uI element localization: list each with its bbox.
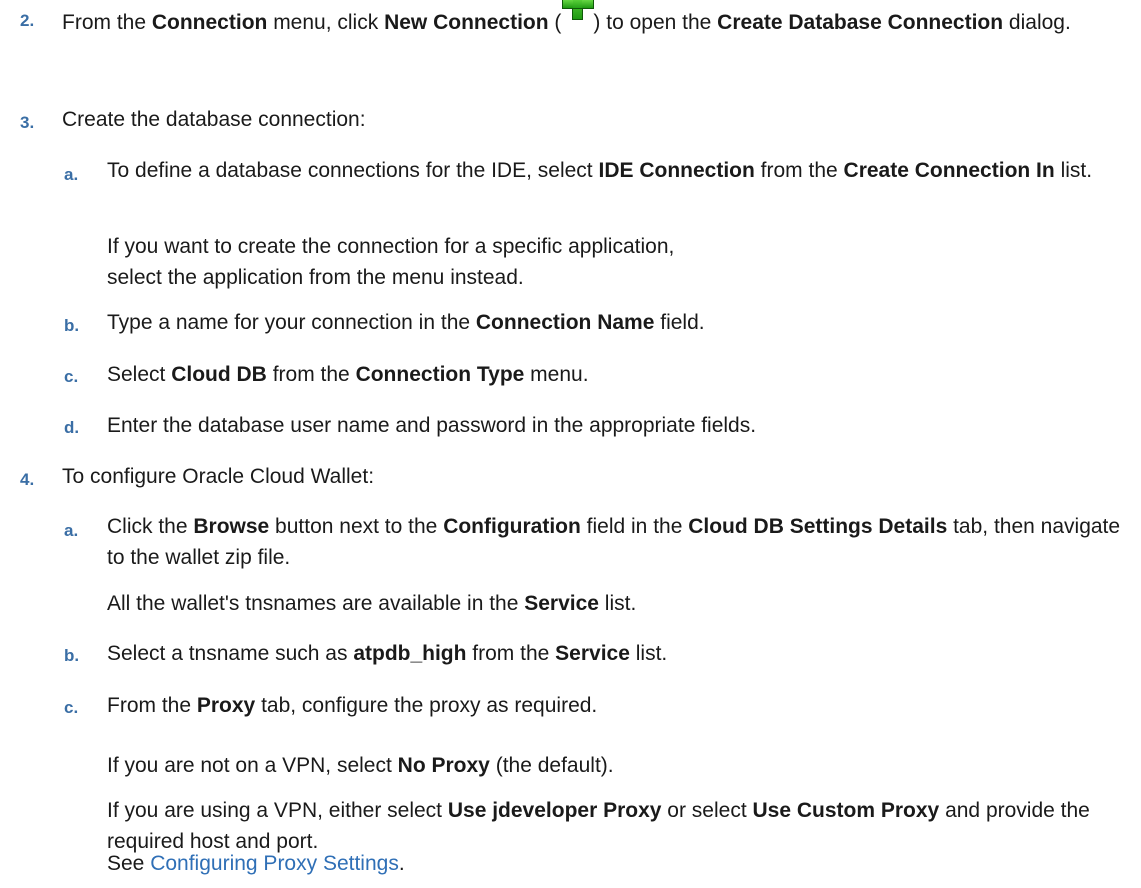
text: menu. [524,363,589,386]
bold-term: Create Database Connection [717,11,1004,34]
text: or select [661,799,753,822]
bold-term: Use Custom Proxy [752,799,940,822]
bold-term: IDE Connection [598,159,755,182]
text: To define a database connections for the… [107,159,599,182]
text: Select a tnsname such as [107,642,354,665]
new-connection-plus-icon [562,0,595,32]
bold-term: Service [524,592,599,615]
substep-letter: b. [64,646,80,665]
text: dialog. [1003,11,1071,34]
substep-note: If you are not on a VPN, select No Proxy… [107,750,1137,781]
configuring-proxy-settings-link[interactable]: Configuring Proxy Settings [150,852,399,875]
text: list. [629,642,668,665]
substep-text: From the Proxy tab, configure the proxy … [107,690,1137,721]
bold-term: Connection Type [355,363,525,386]
substep-text: Click the Browse button next to the Conf… [107,511,1137,573]
text: menu, click [267,11,385,34]
bold-term: Create Connection In [843,159,1055,182]
bold-term: Use jdeveloper Proxy [447,799,662,822]
text: tab, configure the proxy as required. [255,694,598,717]
bold-term: Service [555,642,630,665]
text: ( [548,11,562,34]
substep-note: All the wallet's tnsnames are available … [107,588,1137,619]
text: From the [62,11,152,34]
substep-letter: c. [64,367,79,386]
text: list. [1054,159,1093,182]
bold-term: No Proxy [397,754,490,777]
text: button next to the [269,515,444,538]
bold-term: New Connection [384,11,549,34]
text: Click the [107,515,194,538]
text: (the default). [489,754,614,777]
substep-text: Type a name for your connection in the C… [107,307,1137,338]
bold-term: Connection [151,11,268,34]
substep-text: To define a database connections for the… [107,155,1137,186]
substep-text: Select a tnsname such as atpdb_high from… [107,638,1137,669]
step-text: To configure Oracle Cloud Wallet: [62,465,375,488]
bold-term: Browse [193,515,270,538]
text: field. [654,311,705,334]
bold-term: Cloud DB Settings Details [688,515,948,538]
text: See [107,852,151,875]
substep-letter: a. [64,165,79,184]
text: from the [266,363,356,386]
substep-text: Select Cloud DB from the Connection Type… [107,359,1137,390]
text: field in the [580,515,689,538]
bold-term: Cloud DB [171,363,267,386]
step-number: 2. [20,11,35,30]
text: . [398,852,405,875]
text: Select [107,363,172,386]
see-also: See Configuring Proxy Settings. [107,848,1137,879]
bold-term: Proxy [196,694,256,717]
step-text: Create the database connection: [62,108,366,131]
bold-term: Configuration [443,515,581,538]
text: from the [466,642,556,665]
text: From the [107,694,197,717]
substep-note: If you want to create the connection for… [107,235,675,289]
text: If you are not on a VPN, select [107,754,398,777]
substep-letter: d. [64,418,80,437]
step-number: 4. [20,470,35,489]
step-number: 3. [20,113,35,132]
substep-letter: a. [64,521,79,540]
text: list. [598,592,637,615]
text: from the [754,159,844,182]
text: If you are using a VPN, either select [107,799,448,822]
substep-letter: b. [64,316,80,335]
text: ) to open the [593,11,718,34]
substep-text: Enter the database user name and passwor… [107,414,757,437]
text: Type a name for your connection in the [107,311,476,334]
substep-letter: c. [64,698,79,717]
step-text: From the Connection menu, click New Conn… [62,0,1122,38]
bold-term: atpdb_high [353,642,467,665]
text: All the wallet's tnsnames are available … [107,592,525,615]
bold-term: Connection Name [475,311,655,334]
